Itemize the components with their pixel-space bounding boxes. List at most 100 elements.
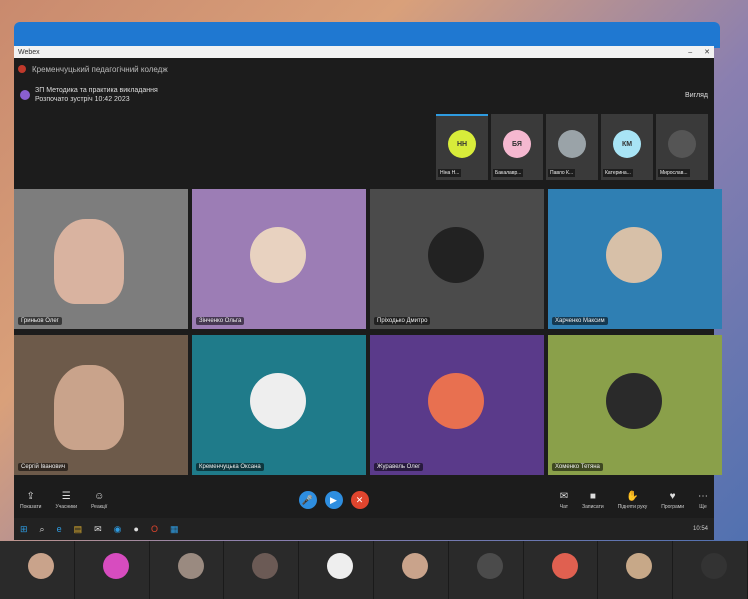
avatar: [428, 373, 484, 429]
monitor-frame: [14, 22, 720, 48]
taskbar-app-icon[interactable]: ▤: [74, 524, 83, 535]
toolbar-label: Ще: [699, 503, 707, 510]
participant-name: Харченко Максим: [552, 317, 608, 325]
video-tile[interactable]: Гриньов Олег: [14, 189, 188, 329]
participant-thumbnail[interactable]: [75, 541, 150, 599]
participant-thumbnail[interactable]: Павло К...: [546, 114, 598, 180]
video-tile[interactable]: Кременчуцька Оксана: [192, 335, 366, 475]
app-bar: Кременчуцький педагогічний коледж: [14, 58, 714, 80]
avatar: [28, 553, 54, 579]
avatar: [701, 553, 728, 579]
avatar: НН: [448, 130, 476, 158]
video-grid: Гриньов Олег Зінченко Ольга Пріходько Дмит…: [14, 189, 722, 475]
toolbar-label: Програми: [661, 503, 684, 510]
video-tile[interactable]: Журавель Олег: [370, 335, 544, 475]
toolbar-label: Підняти руку: [617, 503, 648, 510]
video-tile[interactable]: Хоменко Тетяна: [548, 335, 722, 475]
avatar: [327, 553, 354, 579]
video-feed: [54, 219, 124, 304]
video-tile[interactable]: Харченко Максим: [548, 189, 722, 329]
chat-button[interactable]: ✉ Чат: [560, 491, 568, 510]
avatar: [428, 227, 484, 283]
participant-thumbnail[interactable]: [524, 541, 599, 599]
more-icon: ⋯: [698, 490, 708, 502]
participant-thumbnail[interactable]: НН Ніна Н...: [436, 114, 488, 180]
participant-thumbnail[interactable]: [150, 541, 225, 599]
participant-thumbnail[interactable]: [449, 541, 524, 599]
toolbar-label: Чат: [559, 503, 569, 510]
participant-strip: [0, 541, 748, 599]
minimize-button[interactable]: –: [688, 49, 692, 56]
participants-button[interactable]: ☰ Учасники: [55, 491, 77, 510]
toolbar-left: ⇪ Показати ☰ Учасники ☺ Реакції: [20, 491, 107, 510]
apps-button[interactable]: ♥ Програми: [661, 491, 684, 510]
close-button[interactable]: ✕: [704, 49, 710, 56]
participant-thumbnail[interactable]: [0, 541, 75, 599]
taskbar-app-icon[interactable]: O: [151, 524, 158, 534]
participant-thumbnail[interactable]: БЯ Бакалавр...: [491, 114, 543, 180]
avatar: [250, 227, 306, 283]
participant-name: Журавель Олег: [374, 463, 424, 471]
participant-thumbnail[interactable]: [224, 541, 300, 599]
raise-hand-button[interactable]: ✋ Підняти руку: [618, 491, 648, 510]
chat-icon: ✉: [559, 490, 569, 502]
taskbar-app-icon[interactable]: ⌕: [40, 524, 45, 535]
toolbar-label: Записати: [582, 503, 604, 510]
toolbar-label: Реакції: [91, 503, 108, 510]
participant-name: Катерина...: [603, 169, 633, 177]
raise-hand-icon: ✋: [626, 490, 639, 502]
taskbar-app-icon[interactable]: ✉: [94, 524, 102, 535]
avatar: [250, 373, 306, 429]
view-button[interactable]: Вигляд: [685, 92, 708, 99]
video-tile[interactable]: Сергій Іванович: [14, 335, 188, 475]
participant-thumbnail[interactable]: КМ Катерина...: [601, 114, 653, 180]
participant-thumbnail[interactable]: [299, 541, 374, 599]
avatar: [606, 373, 662, 429]
taskbar-app-icon[interactable]: ●: [134, 524, 139, 534]
participant-name: Мирослав...: [658, 169, 690, 177]
record-icon: ■: [589, 490, 596, 502]
participant-thumbnail[interactable]: Мирослав...: [656, 114, 708, 180]
participant-name: Кременчуцька Оксана: [196, 463, 264, 471]
video-tile[interactable]: Пріходько Дмитро: [370, 189, 544, 329]
avatar: [401, 553, 428, 579]
record-button[interactable]: ■ Записати: [582, 491, 604, 510]
avatar: [668, 130, 696, 158]
taskbar-app-icon[interactable]: ⊞: [20, 524, 28, 535]
window-title: Webex: [18, 48, 40, 56]
share-button[interactable]: ⇪ Показати: [20, 491, 41, 510]
recording-icon: [18, 65, 26, 73]
meeting-subtitle: Розпочато зустріч 10:42 2023: [35, 96, 130, 103]
participant-name: Ніна Н...: [438, 169, 462, 177]
participant-name: Сергій Іванович: [18, 463, 68, 471]
meeting-info: ЗП Методика та практика викладання Розпо…: [20, 86, 158, 104]
participants-icon: ☰: [61, 490, 71, 502]
participant-name: Хоменко Тетяна: [552, 463, 603, 471]
taskbar-app-icon[interactable]: ▦: [170, 524, 179, 535]
avatar: БЯ: [503, 130, 531, 158]
avatar: [606, 227, 662, 283]
camera-button[interactable]: ▶: [324, 491, 343, 509]
meeting-name[interactable]: ЗП Методика та практика викладання: [35, 86, 158, 95]
avatar: КМ: [613, 130, 641, 158]
video-feed: [54, 365, 124, 450]
reactions-button[interactable]: ☺ Реакції: [91, 491, 107, 510]
share-icon: ⇪: [26, 490, 35, 502]
mute-button[interactable]: 🎤: [298, 491, 317, 509]
participant-name: Зінченко Ольга: [196, 317, 245, 325]
participant-thumbnail[interactable]: [673, 541, 748, 599]
toolbar-right: ✉ Чат ■ Записати ✋ Підняти руку ♥ Програми ⋯ Ще: [560, 491, 708, 510]
more-button[interactable]: ⋯ Ще: [698, 491, 708, 510]
call-controls: 🎤 ▶ ✕: [298, 491, 369, 509]
participant-name: Бакалавр...: [493, 169, 524, 177]
participant-thumbnail[interactable]: [598, 541, 674, 599]
thumbnail-strip: НН Ніна Н... БЯ Бакалавр... Павло К... КМ Кате…: [436, 114, 708, 180]
taskbar-app-icon[interactable]: ◉: [114, 524, 122, 535]
participant-thumbnail[interactable]: [374, 541, 449, 599]
avatar: [177, 553, 204, 579]
taskbar-app-icon[interactable]: e: [57, 524, 62, 534]
video-tile[interactable]: Зінченко Ольга: [192, 189, 366, 329]
leave-button[interactable]: ✕: [350, 491, 369, 509]
app-title: Кременчуцький педагогічний коледж: [32, 64, 168, 74]
avatar: [558, 130, 586, 158]
